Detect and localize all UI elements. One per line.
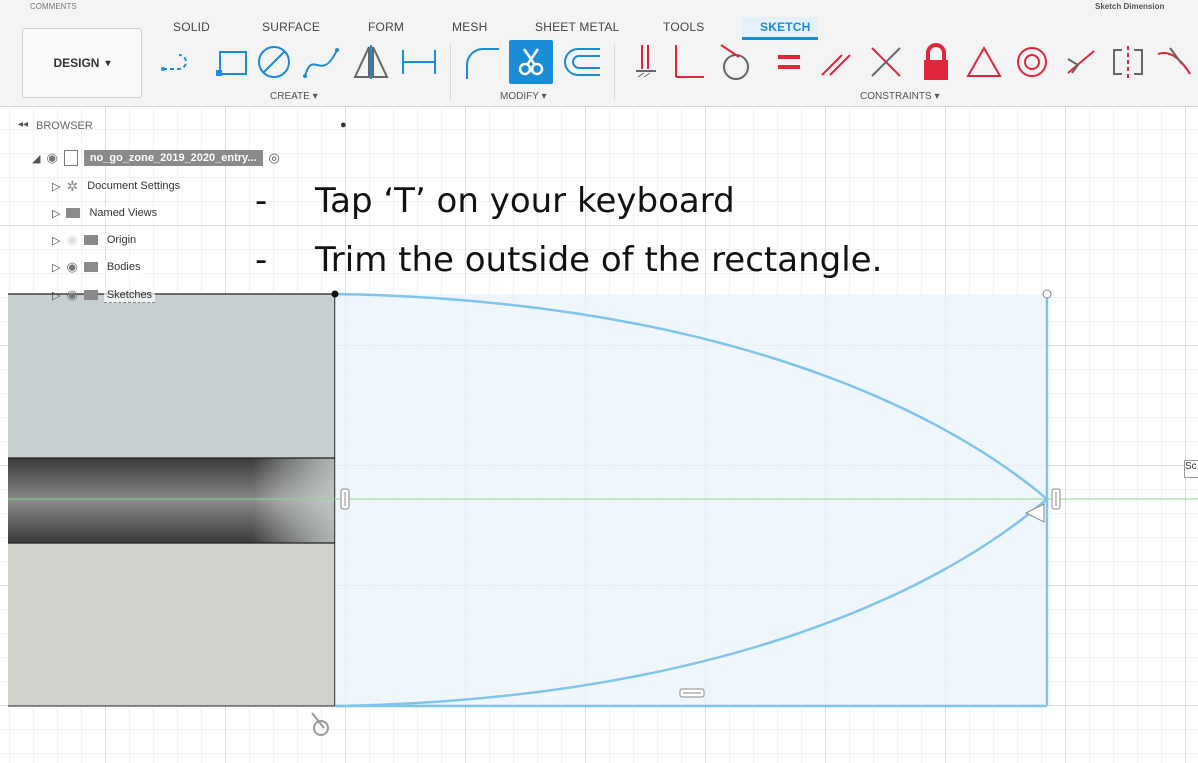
folder-icon: [83, 290, 98, 300]
workspace-label: DESIGN: [53, 56, 100, 70]
equal-constraint-icon[interactable]: [772, 40, 806, 84]
tab-surface[interactable]: SURFACE: [262, 20, 320, 34]
expand-triangle-icon[interactable]: ▷: [52, 234, 60, 247]
sketch-canvas[interactable]: [0, 0, 1198, 763]
visibility-eye-icon[interactable]: ◉: [66, 287, 77, 303]
activate-radio-icon[interactable]: ◎: [269, 150, 280, 166]
browser-item-label: Document Settings: [84, 179, 184, 193]
sketch-dimension-label: Sketch Dimension: [1095, 2, 1165, 11]
tab-form[interactable]: FORM: [368, 20, 404, 34]
rectangle-tool-icon[interactable]: [212, 40, 252, 84]
folder-icon: [83, 262, 98, 272]
instruction-text: Trim the outside of the rectangle.: [315, 240, 883, 280]
root-component-label: no_go_zone_2019_2020_entry...: [83, 150, 263, 166]
side-label-tag: Sc: [1184, 460, 1198, 478]
curvature-constraint-icon[interactable]: [1154, 40, 1194, 84]
symmetry-constraint-icon[interactable]: [1108, 40, 1148, 84]
browser-item-label: Named Views: [86, 206, 161, 220]
browser-item-origin[interactable]: ▷ ◉ Origin: [52, 229, 140, 251]
triangle-constraint-icon[interactable]: [964, 40, 1004, 84]
offset-tool-icon[interactable]: [560, 40, 604, 84]
dimension-tool-icon[interactable]: [398, 40, 440, 84]
body-top-face: [8, 294, 335, 458]
instruction-text: Tap ‘T’ on your keyboard: [315, 181, 735, 221]
scissors-icon: [518, 48, 544, 76]
bullet-dash: -: [255, 240, 268, 280]
tab-solid[interactable]: SOLID: [173, 20, 210, 34]
visibility-eye-icon[interactable]: ◉: [66, 259, 77, 275]
midpoint-constraint-icon[interactable]: [1060, 40, 1100, 84]
mirror-tool-icon[interactable]: [350, 40, 392, 84]
folder-icon: [83, 235, 98, 245]
expand-triangle-icon[interactable]: ▷: [52, 180, 60, 193]
toolbar: COMMENTS Sketch Dimension SOLID SURFACE …: [0, 0, 1198, 107]
create-menu[interactable]: CREATE ▾: [270, 91, 318, 102]
comments-label: COMMENTS: [30, 2, 77, 11]
tab-sketch[interactable]: SKETCH: [760, 20, 811, 34]
bullet-dash: -: [255, 181, 268, 221]
lock-icon[interactable]: [918, 40, 954, 84]
origin-point: [331, 290, 339, 298]
spline-tool-icon[interactable]: [300, 40, 342, 84]
sketch-profile-fill: [335, 294, 1047, 706]
browser-item-label: Origin: [103, 233, 140, 247]
expand-triangle-icon[interactable]: ▷: [52, 207, 60, 220]
modify-menu[interactable]: MODIFY ▾: [500, 91, 547, 102]
collinear-constraint-icon[interactable]: [866, 40, 906, 84]
tab-tools[interactable]: TOOLS: [663, 20, 704, 34]
browser-item-document-settings[interactable]: ▷ ✲ Document Settings: [52, 175, 184, 197]
collapse-triangle-icon[interactable]: ◢: [32, 152, 40, 165]
trim-tool-button[interactable]: [509, 40, 553, 84]
browser-title: BROWSER: [36, 120, 93, 132]
gear-icon: ✲: [66, 177, 79, 194]
coincident-constraint-icon[interactable]: [628, 40, 664, 84]
visibility-eye-icon[interactable]: ◉: [46, 150, 57, 166]
expand-triangle-icon[interactable]: ▷: [52, 289, 60, 302]
perpendicular-constraint-icon[interactable]: [668, 40, 708, 84]
circle-tool-icon[interactable]: [254, 40, 294, 84]
workspace-design-button[interactable]: DESIGN ▾: [22, 28, 142, 98]
body-bottom-face: [8, 543, 335, 706]
browser-item-label: Sketches: [103, 287, 156, 303]
folder-icon: [66, 208, 81, 218]
tab-sheet-metal[interactable]: SHEET METAL: [535, 20, 619, 34]
browser-item-named-views[interactable]: ▷ Named Views: [52, 202, 161, 224]
pin-icon[interactable]: ●: [340, 119, 347, 131]
collapse-panel-icon[interactable]: ◂◂: [18, 119, 28, 130]
component-icon: [63, 150, 78, 166]
parallel-constraint-icon[interactable]: [816, 40, 856, 84]
expand-triangle-icon[interactable]: ▷: [52, 261, 60, 274]
browser-header: ◂◂ BROWSER ●: [8, 116, 358, 138]
slot-tool-icon[interactable]: [158, 40, 198, 84]
browser-root-row[interactable]: ◢ ◉ no_go_zone_2019_2020_entry... ◎: [32, 147, 280, 169]
browser-item-sketches[interactable]: ▷ ◉ Sketches: [52, 284, 156, 306]
browser-item-label: Bodies: [103, 260, 144, 274]
tab-mesh[interactable]: MESH: [452, 20, 487, 34]
tangent-constraint-tool-icon[interactable]: [714, 40, 758, 84]
concentric-constraint-icon[interactable]: [1012, 40, 1052, 84]
fillet-tool-icon[interactable]: [458, 40, 504, 84]
endpoint-marker: [1042, 289, 1052, 299]
chevron-down-icon: ▾: [105, 57, 111, 69]
hidden-eye-icon[interactable]: ◉: [66, 232, 77, 248]
constraints-menu[interactable]: CONSTRAINTS ▾: [860, 91, 939, 102]
browser-item-bodies[interactable]: ▷ ◉ Bodies: [52, 256, 144, 278]
